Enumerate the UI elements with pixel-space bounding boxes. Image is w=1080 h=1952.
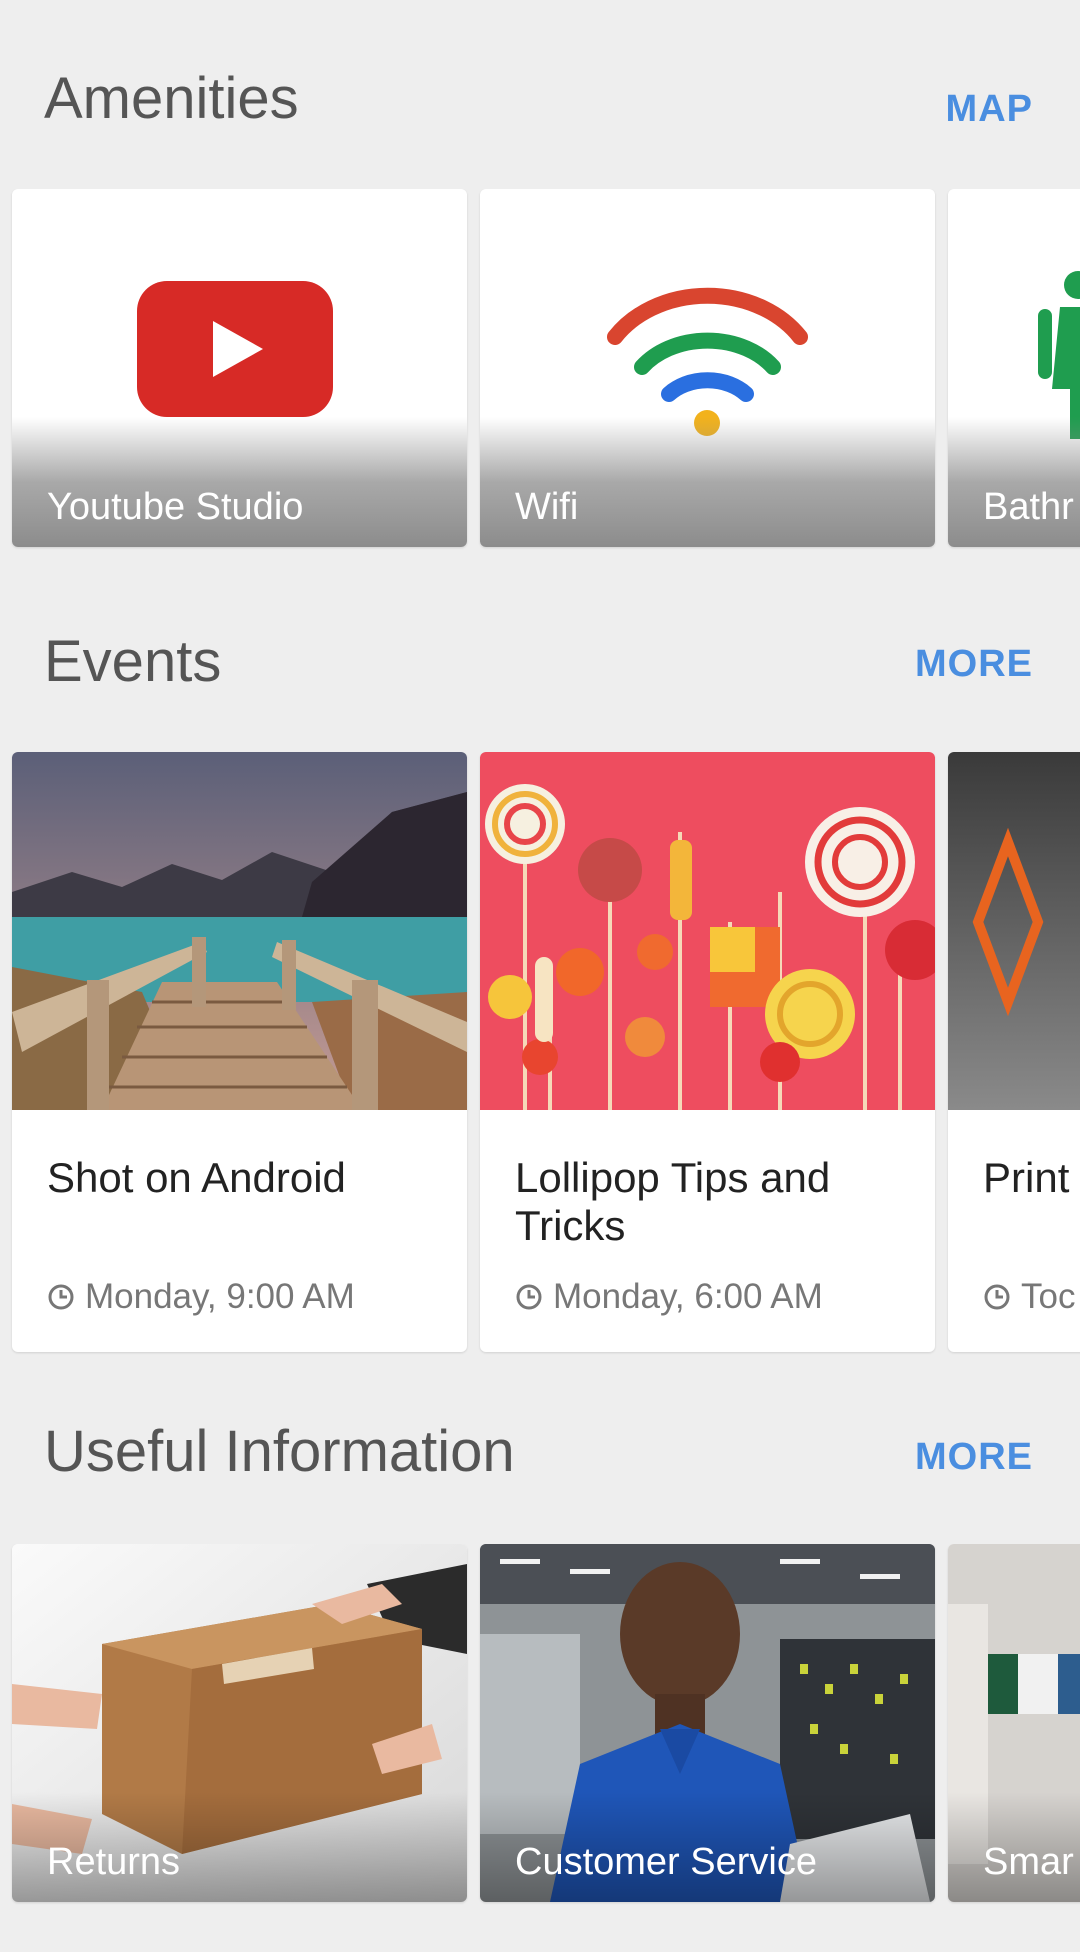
event-time-text: Monday, 9:00 AM <box>85 1277 355 1316</box>
amenity-label: Youtube Studio <box>47 486 304 528</box>
amenity-card-bathroom[interactable]: Bathr <box>948 189 1080 547</box>
clock-icon <box>984 1284 1010 1310</box>
restroom-icon <box>1038 271 1080 439</box>
youtube-icon <box>137 281 333 417</box>
lake-boardwalk-photo <box>12 752 467 1110</box>
info-card-customer-service[interactable]: Customer Service <box>480 1544 935 1902</box>
event-title: Lollipop Tips and Tricks <box>515 1154 831 1250</box>
info-card-smart[interactable]: Smar <box>948 1544 1080 1902</box>
useful-info-more-button[interactable]: MORE <box>915 1438 1033 1476</box>
events-title: Events <box>44 629 222 694</box>
useful-info-row: Returns Customer Service Smar <box>0 1544 1080 1906</box>
info-label: Returns <box>47 1841 181 1883</box>
amenities-row: Youtube Studio Wifi Bathr <box>0 189 1080 551</box>
event-card-lollipop-tips[interactable]: Lollipop Tips and Tricks Monday, 6:00 AM <box>480 752 935 1352</box>
3d-print-photo <box>948 752 1080 1110</box>
lollipops-photo <box>480 752 935 1110</box>
clock-icon <box>48 1284 74 1310</box>
amenities-title: Amenities <box>44 66 299 131</box>
useful-info-title: Useful Information <box>44 1419 515 1484</box>
clock-icon <box>516 1284 542 1310</box>
info-card-returns[interactable]: Returns <box>12 1544 467 1902</box>
amenities-header: Amenities MAP <box>0 70 1080 190</box>
events-header: Events MORE <box>0 633 1080 753</box>
event-time: Monday, 9:00 AM <box>47 1277 355 1317</box>
event-title: Shot on Android <box>47 1154 346 1201</box>
amenity-label: Bathr <box>983 486 1074 528</box>
amenity-card-wifi[interactable]: Wifi <box>480 189 935 547</box>
info-label: Smar <box>983 1841 1074 1883</box>
event-card-print[interactable]: Print Toc <box>948 752 1080 1352</box>
event-time: Monday, 6:00 AM <box>515 1277 823 1317</box>
event-card-shot-on-android[interactable]: Shot on Android Monday, 9:00 AM <box>12 752 467 1352</box>
event-time-text: Toc <box>1021 1277 1076 1316</box>
event-time: Toc <box>983 1277 1075 1317</box>
amenity-label: Wifi <box>515 486 579 528</box>
info-label: Customer Service <box>515 1841 817 1883</box>
amenity-card-youtube-studio[interactable]: Youtube Studio <box>12 189 467 547</box>
events-more-button[interactable]: MORE <box>915 645 1033 683</box>
map-button[interactable]: MAP <box>946 90 1033 128</box>
event-title: Print <box>983 1154 1070 1201</box>
events-row: Shot on Android Monday, 9:00 AM Lollipop… <box>0 752 1080 1356</box>
event-time-text: Monday, 6:00 AM <box>553 1277 823 1316</box>
useful-info-header: Useful Information MORE <box>0 1423 1080 1543</box>
